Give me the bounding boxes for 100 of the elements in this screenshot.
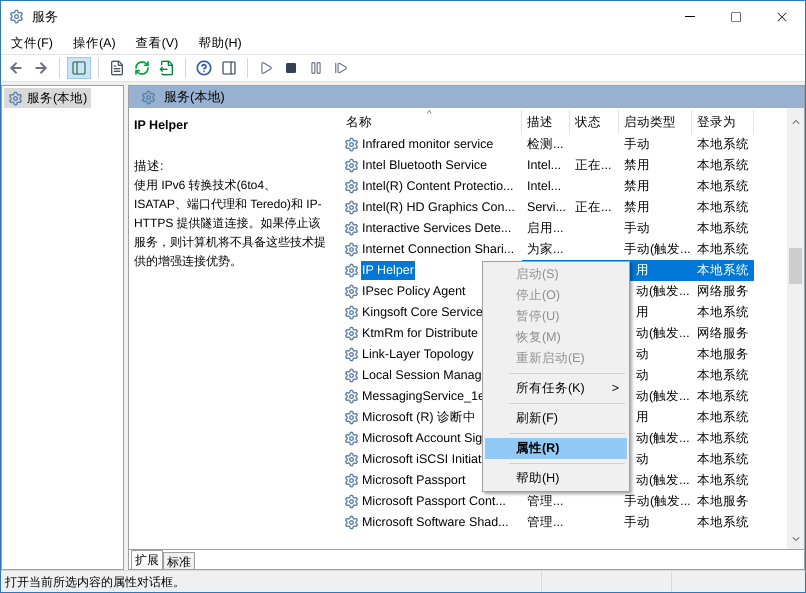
service-icon bbox=[344, 263, 359, 278]
table-row[interactable]: Link-Layer Topology bbox=[361, 345, 475, 364]
sort-indicator: ^ bbox=[427, 110, 432, 120]
table-cell-text: 本地系统 bbox=[696, 157, 750, 174]
menu-item[interactable]: 帮助(H) bbox=[192, 34, 248, 52]
menu-item[interactable]: 文件(F) bbox=[5, 34, 59, 52]
scrollbar[interactable] bbox=[787, 108, 804, 549]
stop-icon bbox=[285, 62, 297, 74]
table-cell-text: 本地系统 bbox=[696, 430, 750, 447]
table-cell-text: 正在... bbox=[574, 199, 612, 216]
table-row[interactable]: Microsoft Software Shad... bbox=[361, 513, 510, 532]
table-cell-text: Intel... bbox=[526, 157, 562, 174]
table-row[interactable]: Microsoft Account Sig bbox=[361, 429, 484, 448]
menu-item[interactable]: 所有任务(K) > bbox=[485, 378, 627, 399]
service-icon bbox=[344, 200, 359, 215]
help-icon bbox=[196, 60, 212, 76]
panel-icon bbox=[71, 60, 87, 76]
tab[interactable]: 标准 bbox=[163, 552, 195, 569]
table-cell-text: 本地服务 bbox=[696, 346, 750, 363]
table-cell-text: 本地系统 bbox=[696, 409, 750, 426]
table-row[interactable]: Interactive Services Dete... bbox=[361, 219, 512, 238]
column-header[interactable]: 登录为 bbox=[692, 110, 754, 134]
play-icon bbox=[259, 61, 273, 75]
table-cell-text: 手动(触发... bbox=[623, 241, 692, 258]
menu-item[interactable]: 属性(R) bbox=[485, 438, 627, 459]
table-row[interactable]: IPsec Policy Agent bbox=[361, 282, 467, 301]
description-text: 使用 IPv6 转换技术(6to4、ISATAP、端口代理和 Teredo)和 IP-HTTPS 提供隧道连接。如果停止该服务，则计算机将不具备这些技术提供的增强连接优势。 bbox=[134, 176, 327, 270]
gear-icon bbox=[8, 90, 23, 106]
table-cell-text: 手动(触发... bbox=[623, 493, 692, 510]
column-header[interactable]: 启动类型 bbox=[619, 110, 692, 134]
table-cell-text: 本地系统 bbox=[696, 451, 750, 468]
service-icon bbox=[344, 305, 359, 320]
table-cell-text: 检测... bbox=[526, 136, 564, 154]
table-cell-text: Intel... bbox=[526, 178, 562, 196]
column-header[interactable]: 描述 bbox=[522, 110, 570, 134]
refresh-icon bbox=[134, 60, 150, 76]
table-cell-text: 禁用 bbox=[623, 199, 651, 216]
service-icon bbox=[344, 410, 359, 425]
table-cell-text: 动(触发... bbox=[636, 430, 690, 448]
table-row[interactable]: Local Session Manag bbox=[361, 366, 483, 385]
table-cell-text: 动(触发... bbox=[636, 283, 690, 300]
menu-item[interactable]: 帮助(H) bbox=[485, 468, 627, 489]
table-cell-text: 手动 bbox=[623, 136, 651, 154]
service-icon bbox=[344, 284, 359, 299]
table-row[interactable]: Intel Bluetooth Service bbox=[361, 156, 488, 175]
table-row[interactable]: Intel(R) HD Graphics Con... bbox=[361, 198, 516, 217]
scroll-thumb[interactable] bbox=[789, 248, 802, 284]
service-icon bbox=[344, 494, 359, 509]
column-header[interactable]: 状态 bbox=[570, 110, 619, 134]
table-row[interactable]: Infrared monitor service bbox=[361, 135, 494, 154]
table-cell-text: 本地系统 bbox=[696, 178, 750, 196]
restart-icon bbox=[334, 61, 348, 75]
panel-header: 服务(本地) bbox=[129, 86, 804, 108]
menu-item[interactable]: 操作(A) bbox=[66, 34, 122, 52]
table-cell-text: 网络服务 bbox=[696, 283, 750, 300]
table-cell-text: 动 bbox=[636, 451, 649, 468]
table-cell-text: 用 bbox=[636, 304, 649, 322]
service-icon bbox=[344, 389, 359, 404]
table-row[interactable]: Microsoft (R) 诊断中 bbox=[361, 408, 477, 427]
table-row[interactable]: MessagingService_1e bbox=[361, 387, 486, 406]
table-cell-text: 用 bbox=[636, 409, 649, 426]
tab[interactable]: 扩展 bbox=[131, 550, 163, 569]
menu-item[interactable]: 查看(V) bbox=[130, 34, 184, 52]
pause-icon bbox=[309, 61, 323, 75]
description-label: 描述: bbox=[134, 158, 164, 175]
document-icon bbox=[109, 60, 125, 76]
service-icon bbox=[344, 347, 359, 362]
table-row[interactable]: KtmRm for Distribute bbox=[361, 324, 479, 343]
table-row[interactable]: Kingsoft Core Service bbox=[361, 303, 484, 322]
table-cell-text: 本地系统 bbox=[696, 220, 750, 238]
tree-item[interactable]: 服务(本地) bbox=[4, 88, 92, 108]
table-row[interactable]: Intel(R) Content Protectio... bbox=[361, 177, 514, 196]
status-text: 打开当前所选内容的属性对话框。 bbox=[5, 574, 186, 590]
maximize-icon bbox=[730, 10, 742, 22]
table-cell-text: 管理... bbox=[526, 514, 564, 532]
table-cell-text: 本地服务 bbox=[696, 493, 750, 510]
panel-icon bbox=[221, 60, 237, 76]
service-title: IP Helper bbox=[134, 117, 189, 134]
table-cell-text: 本地系统 bbox=[696, 199, 750, 216]
gear-icon bbox=[141, 90, 156, 104]
console-tree-button[interactable] bbox=[67, 57, 91, 79]
menu-item[interactable]: 刷新(F) bbox=[485, 408, 627, 429]
service-icon bbox=[344, 473, 359, 488]
table-cell-text: 手动 bbox=[623, 514, 651, 532]
table-cell-text: 禁用 bbox=[623, 157, 651, 174]
table-cell-text: 动(触发... bbox=[636, 325, 690, 342]
table-row[interactable]: Microsoft Passport bbox=[361, 471, 467, 490]
table-cell-text: 手动 bbox=[623, 220, 651, 238]
service-icon bbox=[344, 179, 359, 194]
table-cell-text: 用 bbox=[636, 262, 649, 280]
table-row[interactable]: Microsoft iSCSI Initiat bbox=[361, 450, 482, 469]
table-cell: 本地系统 bbox=[692, 260, 754, 281]
table-row[interactable]: IP Helper bbox=[361, 261, 415, 280]
table-cell-text: 本地系统 bbox=[696, 514, 750, 532]
table-cell-text: 为家... bbox=[526, 241, 564, 258]
service-icon bbox=[344, 368, 359, 383]
table-row[interactable]: Microsoft Passport Cont... bbox=[361, 492, 507, 511]
table-row[interactable]: Internet Connection Shari... bbox=[361, 240, 516, 259]
column-header[interactable]: 名称 ^ bbox=[332, 110, 522, 134]
service-icon bbox=[344, 452, 359, 467]
